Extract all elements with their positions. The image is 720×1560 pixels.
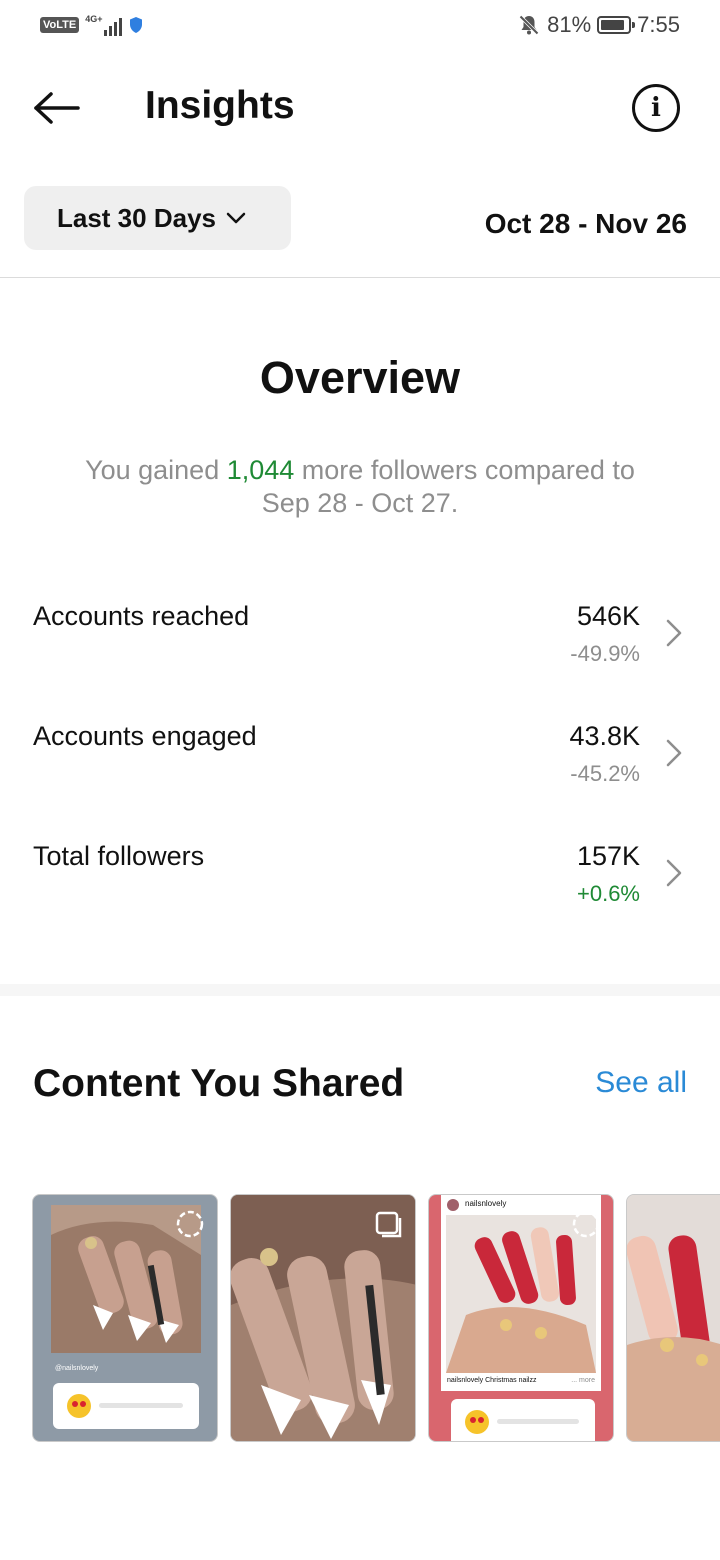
slider-track — [497, 1419, 579, 1424]
story-ring-icon — [176, 1210, 204, 1238]
metric-value: 43.8K — [569, 721, 640, 751]
content-thumbnail[interactable] — [230, 1194, 416, 1442]
date-range-dropdown[interactable]: Last 30 Days — [24, 186, 291, 250]
insights-screen: VoLTE 4G+ 81% 7:55 Insights i Last 30 Da… — [0, 0, 720, 1560]
status-left: VoLTE 4G+ — [40, 14, 144, 36]
metric-label: Total followers — [33, 841, 205, 871]
nail-photo — [627, 1195, 720, 1441]
top-app-bar: Insights i — [0, 60, 720, 156]
post-handle: nailsnlovely — [465, 1199, 507, 1208]
content-section-title: Content You Shared — [33, 1062, 405, 1105]
metric-change: +0.6% — [577, 881, 640, 906]
info-button[interactable]: i — [632, 84, 680, 132]
metric-change: -45.2% — [570, 761, 640, 786]
page-title: Insights — [145, 84, 295, 127]
overview-title: Overview — [259, 352, 461, 403]
story-ring-icon — [572, 1210, 600, 1238]
metric-label: Accounts engaged — [33, 721, 257, 751]
chevron-right-icon — [666, 859, 682, 887]
back-button[interactable] — [30, 86, 82, 130]
post-handle: @nailsnlovely — [55, 1365, 99, 1372]
metric-label: Accounts reached — [33, 601, 250, 631]
date-range-text: Oct 28 - Nov 26 — [484, 208, 687, 239]
shield-icon — [130, 17, 143, 33]
bell-muted-icon — [519, 15, 539, 35]
carousel-icon — [375, 1211, 402, 1238]
post-caption: nailsnlovely Christmas nailzz — [447, 1377, 537, 1384]
content-thumbnail[interactable] — [626, 1194, 720, 1442]
metric-accounts-reached[interactable]: Accounts reached 546K -49.9% — [0, 601, 720, 691]
avatar — [447, 1199, 459, 1211]
battery-icon — [597, 16, 636, 34]
followers-gained: 1,044 — [226, 455, 295, 485]
volte-badge: VoLTE — [40, 17, 80, 33]
emoji-slider-sticker — [451, 1399, 595, 1441]
overview-summary: You gained 1,044 more followers compared… — [85, 455, 635, 518]
date-range-label: Last 30 Days — [57, 202, 216, 233]
clock: 7:55 — [637, 12, 680, 37]
signal-icon: 4G+ — [85, 14, 123, 36]
content-thumbnail[interactable]: nailsnlovely nailsnlovely Christmas nail… — [428, 1194, 614, 1442]
arrow-left-icon — [34, 92, 80, 124]
metric-total-followers[interactable]: Total followers 157K +0.6% — [0, 841, 720, 931]
metric-accounts-engaged[interactable]: Accounts engaged 43.8K -45.2% — [0, 721, 720, 811]
chevron-right-icon — [666, 619, 682, 647]
status-right: 81% 7:55 — [517, 12, 680, 38]
metric-value: 546K — [576, 601, 640, 631]
slider-track — [99, 1403, 183, 1408]
see-all-link[interactable]: See all — [595, 1066, 687, 1100]
info-icon: i — [651, 93, 661, 123]
chevron-right-icon — [666, 739, 682, 767]
chevron-down-icon — [226, 212, 246, 224]
header-divider — [0, 277, 720, 278]
status-bar: VoLTE 4G+ 81% 7:55 — [0, 0, 720, 56]
emoji-slider-sticker — [53, 1383, 199, 1429]
network-type: 4G+ — [85, 14, 103, 24]
more-link: ... more — [571, 1377, 595, 1384]
metric-value: 157K — [576, 841, 640, 871]
content-thumbnail[interactable]: @nailsnlovely — [32, 1194, 218, 1442]
battery-percent: 81% — [547, 12, 592, 37]
heart-eyes-icon — [465, 1410, 489, 1434]
metric-change: -49.9% — [570, 641, 640, 666]
section-divider — [0, 984, 720, 996]
heart-eyes-icon — [67, 1394, 91, 1418]
